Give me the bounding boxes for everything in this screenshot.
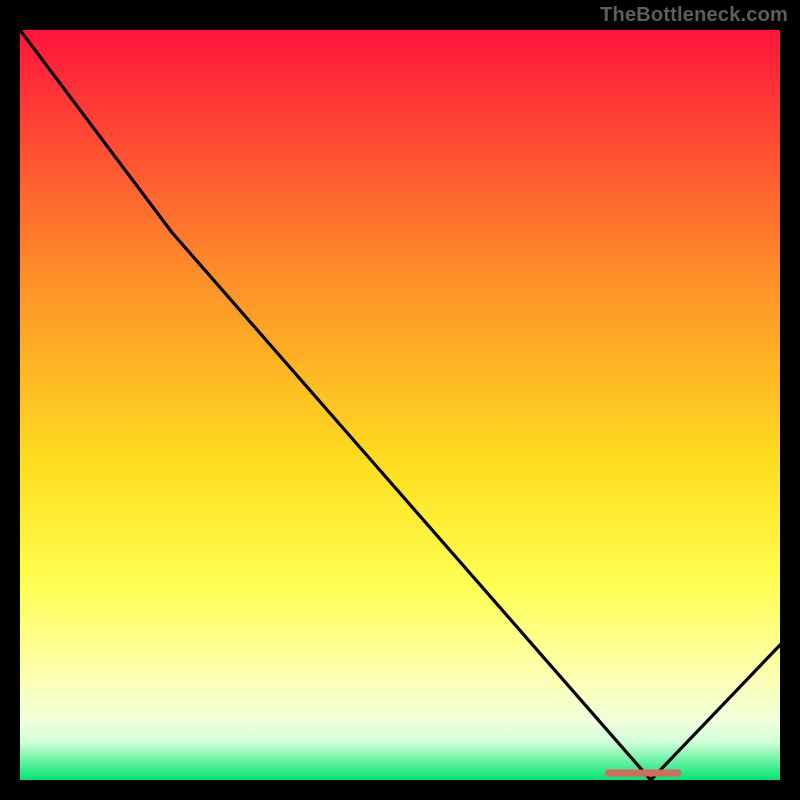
chart-stage: TheBottleneck.com (0, 0, 800, 800)
watermark-text: TheBottleneck.com (600, 4, 788, 27)
gradient-background (20, 30, 780, 780)
plot-area (20, 30, 780, 780)
optimum-marker (605, 770, 681, 777)
chart-svg (20, 30, 780, 780)
